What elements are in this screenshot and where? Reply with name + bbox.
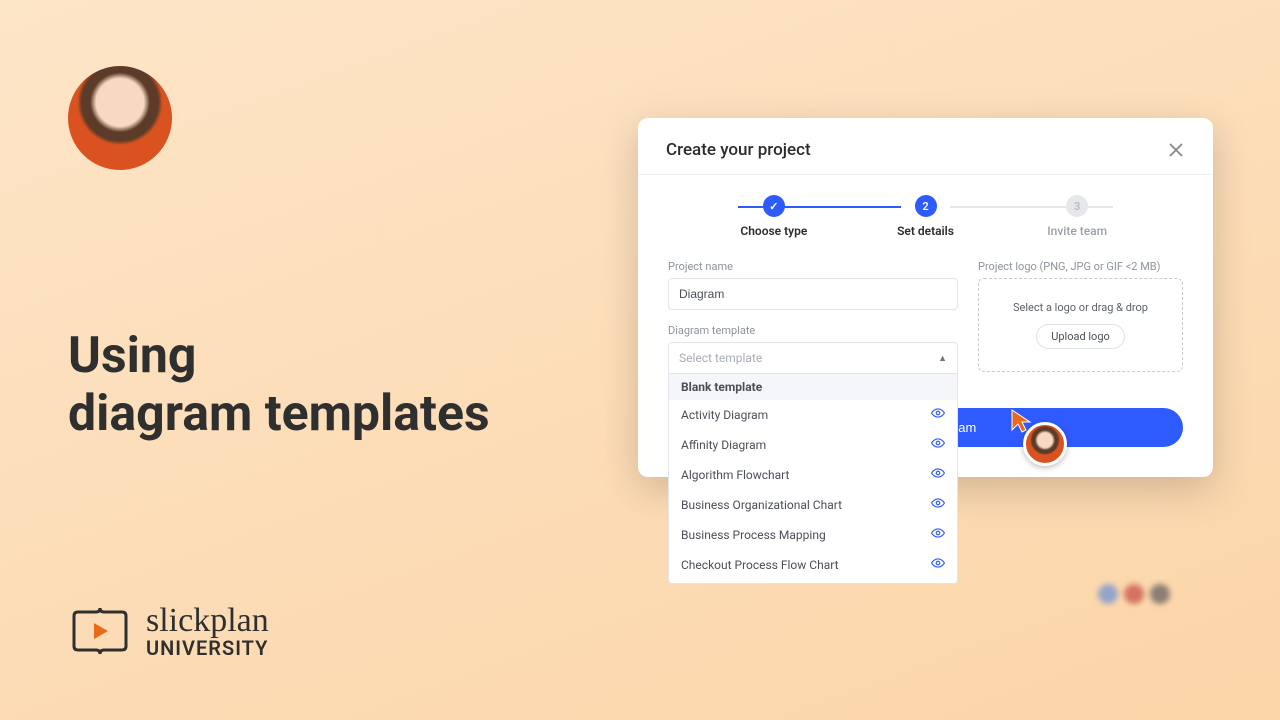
template-option[interactable]: Affinity Diagram	[669, 430, 957, 460]
chevron-up-icon: ▲	[938, 353, 947, 364]
option-label: Algorithm Flowchart	[681, 468, 789, 482]
brand-logo: slickplan UNIVERSITY	[68, 604, 269, 658]
option-label: Checkout Process Flow Chart	[681, 558, 839, 572]
step-label: Choose type	[698, 224, 850, 238]
template-select[interactable]: Select template ▲	[668, 342, 958, 374]
preview-eye-icon[interactable]	[931, 436, 945, 454]
option-label: Business Process Mapping	[681, 528, 826, 542]
template-option[interactable]: Business Process Mapping	[669, 520, 957, 550]
upload-logo-button[interactable]: Upload logo	[1036, 324, 1125, 349]
option-label: Affinity Diagram	[681, 438, 766, 452]
template-option[interactable]: Checkout Process Flow Chart	[669, 550, 957, 580]
step-invite-team[interactable]: 3 Invite team	[1001, 195, 1153, 238]
logo-dropzone[interactable]: Select a logo or drag & drop Upload logo	[978, 278, 1183, 372]
brand-name: slickplan	[146, 604, 269, 638]
step-label: Set details	[850, 224, 1002, 238]
presenter-avatar	[68, 66, 172, 170]
background-avatars	[1098, 584, 1170, 604]
project-logo-label: Project logo (PNG, JPG or GIF <2 MB)	[978, 260, 1183, 273]
dropzone-text: Select a logo or drag & drop	[989, 301, 1172, 314]
title-line: Using	[68, 328, 490, 386]
template-option[interactable]: Company Organizational Chart	[669, 580, 957, 584]
template-option[interactable]: Blank template	[669, 374, 957, 400]
play-badge-icon	[68, 606, 132, 656]
cursor-icon	[1010, 408, 1032, 434]
create-project-modal: Create your project ✓ Choose type 2 Set …	[638, 118, 1213, 477]
brand-sub: UNIVERSITY	[146, 638, 269, 658]
step-choose-type[interactable]: ✓ Choose type	[698, 195, 850, 238]
title-line: diagram templates	[68, 386, 490, 444]
template-option[interactable]: Algorithm Flowchart	[669, 460, 957, 490]
step-label: Invite team	[1001, 224, 1153, 238]
template-dropdown[interactable]: Blank template Activity Diagram Affinity D…	[668, 374, 958, 584]
preview-eye-icon[interactable]	[931, 526, 945, 544]
modal-title: Create your project	[666, 140, 811, 160]
preview-eye-icon[interactable]	[931, 556, 945, 574]
stepper: ✓ Choose type 2 Set details 3 Invite tea…	[638, 175, 1213, 250]
step-set-details[interactable]: 2 Set details	[850, 195, 1002, 238]
preview-eye-icon[interactable]	[931, 496, 945, 514]
project-name-input[interactable]	[668, 278, 958, 310]
option-label: Activity Diagram	[681, 408, 768, 422]
select-placeholder: Select template	[679, 351, 762, 365]
option-label: Blank template	[681, 380, 762, 394]
project-name-label: Project name	[668, 260, 958, 273]
template-option[interactable]: Business Organizational Chart	[669, 490, 957, 520]
preview-eye-icon[interactable]	[931, 406, 945, 424]
page-title: Using diagram templates	[68, 328, 490, 443]
close-icon[interactable]	[1167, 141, 1185, 159]
preview-eye-icon[interactable]	[931, 466, 945, 484]
template-option[interactable]: Activity Diagram	[669, 400, 957, 430]
option-label: Business Organizational Chart	[681, 498, 842, 512]
template-label: Diagram template	[668, 324, 958, 337]
check-icon: ✓	[763, 195, 785, 217]
